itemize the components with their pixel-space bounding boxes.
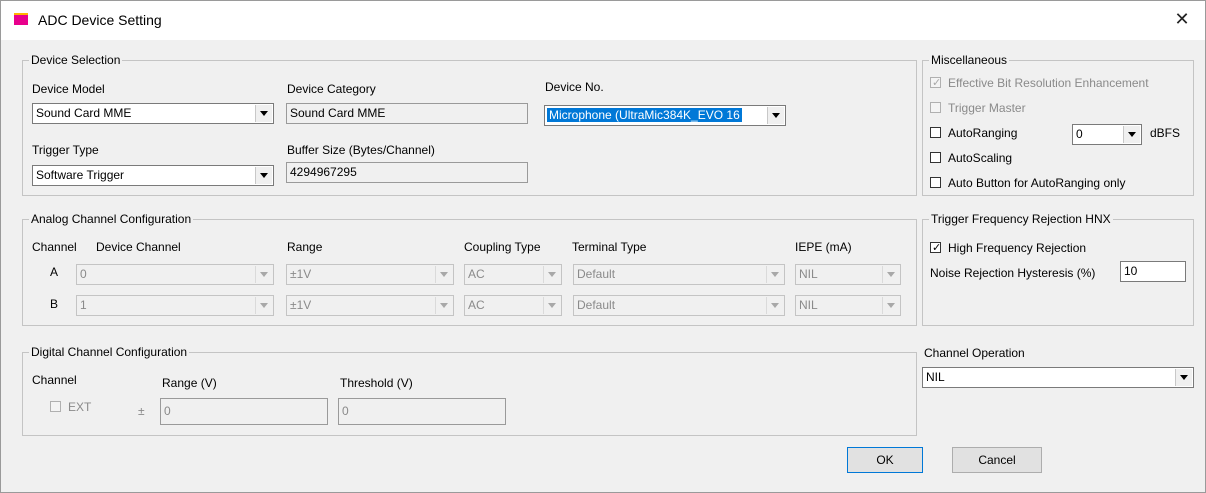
checkbox-box <box>930 102 941 113</box>
ok-button[interactable]: OK <box>847 447 923 473</box>
chevron-down-icon[interactable] <box>766 297 783 314</box>
digital-threshold-input[interactable]: 0 <box>338 398 506 425</box>
checkbox-box <box>930 177 941 188</box>
iepe-b-select[interactable]: NIL <box>795 295 901 316</box>
digital-channel-legend: Digital Channel Configuration <box>29 345 190 359</box>
trigger-freq-legend: Trigger Frequency Rejection HNX <box>929 212 1113 226</box>
cancel-button[interactable]: Cancel <box>952 447 1042 473</box>
channel-a-label: A <box>50 265 59 279</box>
checkbox-box <box>930 127 941 138</box>
chevron-down-icon[interactable] <box>882 266 899 283</box>
device-category-value: Sound Card MME <box>290 106 386 120</box>
app-icon <box>14 13 28 25</box>
chevron-down-icon[interactable] <box>255 167 272 184</box>
chevron-down-icon[interactable] <box>882 297 899 314</box>
chevron-down-icon[interactable] <box>767 107 784 124</box>
chevron-down-icon[interactable] <box>543 297 560 314</box>
range-a-select[interactable]: ±1V <box>286 264 454 285</box>
device-category-label: Device Category <box>287 82 376 96</box>
col-device-channel-header: Device Channel <box>96 240 181 254</box>
trigger-type-value: Software Trigger <box>36 168 125 182</box>
chevron-down-icon[interactable] <box>435 297 452 314</box>
chevron-down-icon[interactable] <box>255 297 272 314</box>
col-terminal-header: Terminal Type <box>572 240 647 254</box>
digital-range-label: Range (V) <box>162 376 217 390</box>
col-range-header: Range <box>287 240 323 254</box>
chevron-down-icon[interactable] <box>255 266 272 283</box>
digital-threshold-label: Threshold (V) <box>340 376 413 390</box>
analog-channel-legend: Analog Channel Configuration <box>29 212 194 226</box>
miscellaneous-legend: Miscellaneous <box>929 53 1010 67</box>
chevron-down-icon[interactable] <box>1123 126 1140 143</box>
dbfs-label: dBFS <box>1150 126 1181 140</box>
chevron-down-icon[interactable] <box>543 266 560 283</box>
buffer-size-label: Buffer Size (Bytes/Channel) <box>287 143 435 157</box>
channel-operation-select[interactable]: NIL <box>922 367 1194 388</box>
autoranging-value: 0 <box>1076 127 1083 141</box>
chevron-down-icon[interactable] <box>1175 369 1192 386</box>
checkbox-box <box>930 152 941 163</box>
buffer-size-field: 4294967295 <box>286 162 528 183</box>
device-no-value: Microphone (UltraMic384K_EVO 16 <box>547 108 742 122</box>
device-model-label: Device Model <box>32 82 105 96</box>
col-iepe-header: IEPE (mA) <box>795 240 852 254</box>
iepe-a-select[interactable]: NIL <box>795 264 901 285</box>
col-coupling-header: Coupling Type <box>464 240 541 254</box>
title-bar: ADC Device Setting ✕ <box>0 0 1206 40</box>
autoranging-select[interactable]: 0 <box>1072 124 1142 145</box>
hysteresis-input[interactable]: 10 <box>1120 261 1186 282</box>
trigger-type-select[interactable]: Software Trigger <box>32 165 274 186</box>
device-no-label: Device No. <box>545 80 604 94</box>
device-channel-b-select[interactable]: 1 <box>76 295 274 316</box>
coupling-b-select[interactable]: AC <box>464 295 562 316</box>
checkbox-box <box>50 401 61 412</box>
checkbox-box: ✓ <box>930 242 942 254</box>
coupling-a-select[interactable]: AC <box>464 264 562 285</box>
device-channel-a-select[interactable]: 0 <box>76 264 274 285</box>
chevron-down-icon[interactable] <box>766 266 783 283</box>
range-b-select[interactable]: ±1V <box>286 295 454 316</box>
device-category-field: Sound Card MME <box>286 103 528 124</box>
hysteresis-label: Noise Rejection Hysteresis (%) <box>930 266 1096 280</box>
digital-range-input[interactable]: 0 <box>160 398 328 425</box>
checkbox-box: ✓ <box>930 77 942 89</box>
device-model-value: Sound Card MME <box>36 106 132 120</box>
close-icon[interactable]: ✕ <box>1168 6 1196 32</box>
channel-operation-label: Channel Operation <box>924 346 1025 360</box>
buffer-size-value: 4294967295 <box>290 165 357 179</box>
device-selection-legend: Device Selection <box>29 53 123 67</box>
device-model-select[interactable]: Sound Card MME <box>32 103 274 124</box>
terminal-b-select[interactable]: Default <box>573 295 785 316</box>
trigger-type-label: Trigger Type <box>32 143 99 157</box>
digital-channel-label: Channel <box>32 373 77 387</box>
col-channel-header: Channel <box>32 240 77 254</box>
window-title: ADC Device Setting <box>38 12 162 28</box>
channel-b-label: B <box>50 297 59 311</box>
plus-minus-label: ± <box>138 404 145 418</box>
chevron-down-icon[interactable] <box>435 266 452 283</box>
terminal-a-select[interactable]: Default <box>573 264 785 285</box>
device-no-select[interactable]: Microphone (UltraMic384K_EVO 16 <box>544 105 786 126</box>
chevron-down-icon[interactable] <box>255 105 272 122</box>
